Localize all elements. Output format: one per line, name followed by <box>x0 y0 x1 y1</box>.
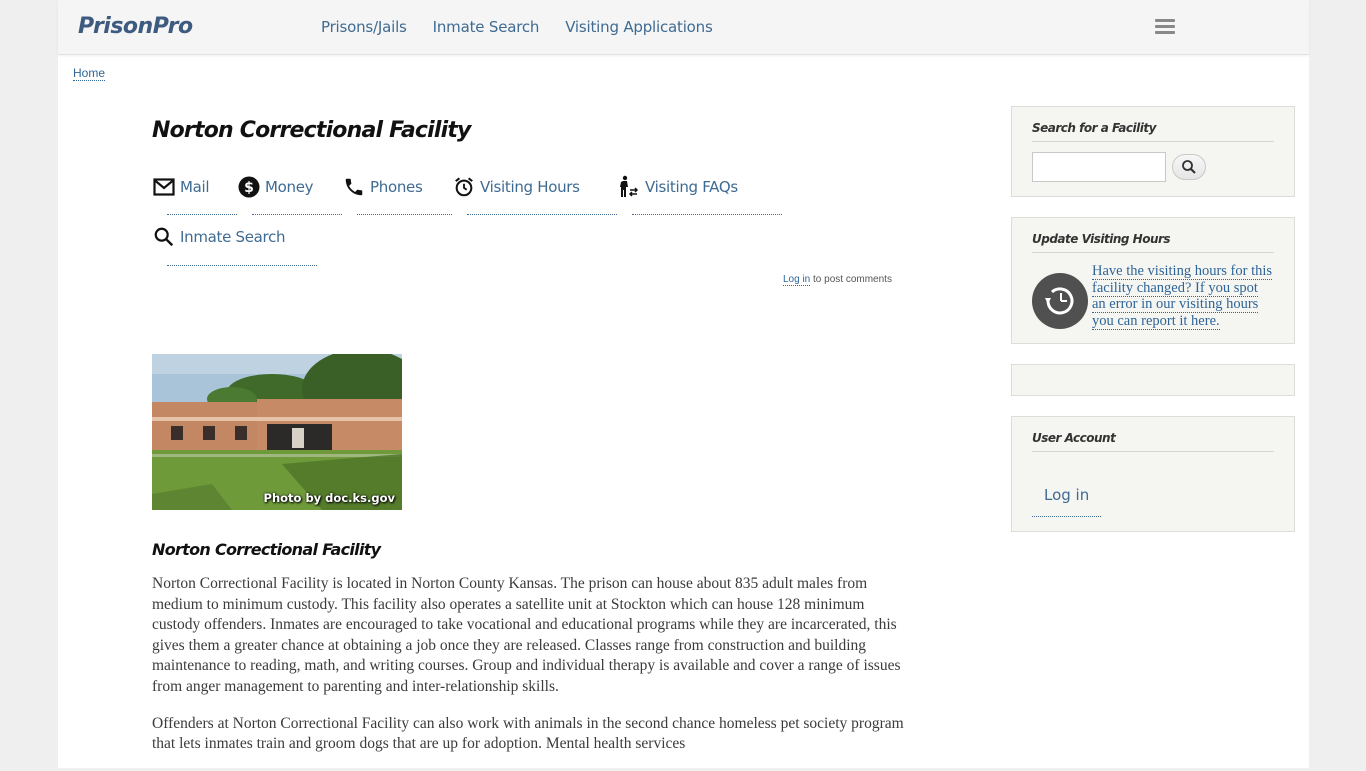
nav-prisons-jails[interactable]: Prisons/Jails <box>321 18 407 36</box>
mail-icon <box>152 175 176 199</box>
comment-login-notice: Log in to post comments <box>783 274 892 286</box>
nav-inmate-search[interactable]: Inmate Search <box>433 18 540 36</box>
tab-underline <box>167 265 317 266</box>
photo-caption: Photo by doc.ks.gov <box>263 491 395 505</box>
search-facility-block: Search for a Facility <box>1011 106 1295 197</box>
tab-visiting-hours-label: Visiting Hours <box>480 178 580 196</box>
phone-icon <box>342 175 366 199</box>
search-facility-title: Search for a Facility <box>1032 121 1274 142</box>
tab-mail-label: Mail <box>180 178 210 196</box>
breadcrumb-home[interactable]: Home <box>73 66 106 81</box>
tab-underline <box>357 214 452 215</box>
tab-phones[interactable]: Phones <box>342 172 423 202</box>
tab-underline <box>632 214 782 215</box>
description-paragraph: Offenders at Norton Correctional Facilit… <box>152 714 904 753</box>
page-title: Norton Correctional Facility <box>152 118 471 143</box>
breadcrumb: Home <box>73 66 106 81</box>
tab-underline <box>252 214 342 215</box>
svg-text:$: $ <box>244 180 254 196</box>
search-icon <box>1182 160 1196 174</box>
main-nav: Prisons/Jails Inmate Search Visiting App… <box>321 18 713 36</box>
user-account-title: User Account <box>1032 431 1274 452</box>
site-header: PrisonPro Prisons/Jails Inmate Search Vi… <box>58 0 1309 55</box>
dollar-icon: $ <box>237 175 261 199</box>
update-hours-title: Update Visiting Hours <box>1032 232 1274 253</box>
person-walking-icon <box>617 175 641 199</box>
main-content: Norton Correctional Facility Mail $ Mone… <box>152 110 904 752</box>
tab-money-label: Money <box>265 178 314 196</box>
user-account-block: User Account Log in <box>1011 416 1295 532</box>
tab-inmate-search-label: Inmate Search <box>180 228 286 246</box>
nav-visiting-applications[interactable]: Visiting Applications <box>565 18 713 36</box>
search-icon <box>152 225 176 249</box>
section-heading: Norton Correctional Facility <box>152 540 381 559</box>
sidebar: Search for a Facility Update Visiting Ho… <box>1011 106 1295 552</box>
tab-underline <box>167 214 237 215</box>
facility-search-button[interactable] <box>1172 154 1206 180</box>
report-hours-link[interactable]: Have the visiting hours for this facilit… <box>1092 263 1274 330</box>
clock-history-icon <box>1032 273 1088 329</box>
tab-visiting-faqs[interactable]: Visiting FAQs <box>617 172 738 202</box>
hamburger-menu-icon[interactable] <box>1155 19 1175 34</box>
tab-phones-label: Phones <box>370 178 423 196</box>
empty-block <box>1011 364 1295 396</box>
comment-login-link[interactable]: Log in <box>783 274 811 286</box>
tab-visiting-hours[interactable]: Visiting Hours <box>452 172 580 202</box>
tab-money[interactable]: $ Money <box>237 172 314 202</box>
site-logo[interactable]: PrisonPro <box>78 14 193 39</box>
update-hours-block: Update Visiting Hours Have the visiting … <box>1011 217 1295 344</box>
comment-login-suffix: to post comments <box>810 274 892 285</box>
tab-inmate-search[interactable]: Inmate Search <box>152 222 286 252</box>
user-login-link[interactable]: Log in <box>1032 476 1102 517</box>
tab-mail[interactable]: Mail <box>152 172 210 202</box>
tab-underline <box>467 214 617 215</box>
facility-description: Norton Correctional Facility is located … <box>152 574 907 771</box>
tab-visiting-faqs-label: Visiting FAQs <box>645 178 738 196</box>
description-paragraph: Norton Correctional Facility is located … <box>152 575 901 695</box>
page: PrisonPro Prisons/Jails Inmate Search Vi… <box>58 0 1309 768</box>
facility-search-input[interactable] <box>1032 152 1166 182</box>
alarm-clock-icon <box>452 175 476 199</box>
facility-photo-image <box>152 354 402 510</box>
facility-photo: Photo by doc.ks.gov <box>152 354 402 510</box>
